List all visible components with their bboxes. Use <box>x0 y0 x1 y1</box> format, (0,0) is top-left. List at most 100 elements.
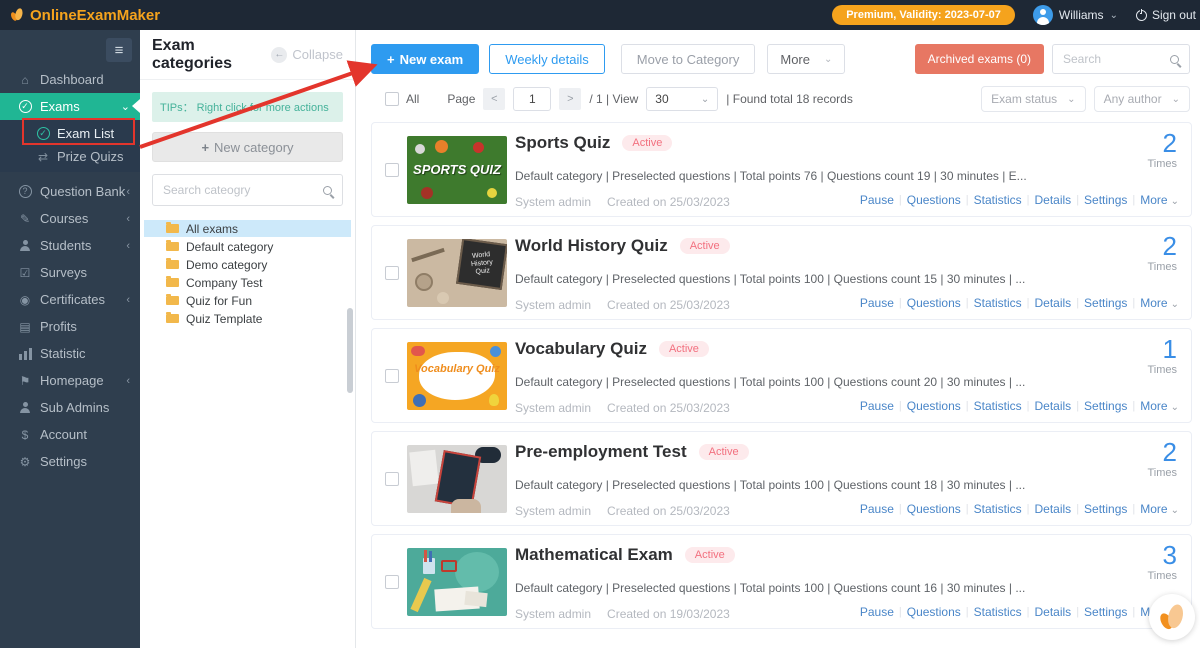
pagination-bar: All Page < > / 1 | View 30 ⌄ | Found tot… <box>357 84 1200 114</box>
exam-row-mathematical-exam: Mathematical Exam Active Default categor… <box>371 534 1192 629</box>
new-category-button[interactable]: + New category <box>152 132 343 162</box>
exam-thumbnail[interactable]: SPORTS QUIZ <box>407 136 507 204</box>
category-item-quiz-template[interactable]: Quiz Template <box>144 310 351 327</box>
page-size-select[interactable]: 30 ⌄ <box>646 87 718 111</box>
exam-title[interactable]: Mathematical Exam Active <box>515 545 735 565</box>
prev-page-button[interactable]: < <box>483 88 505 110</box>
category-item-demo[interactable]: Demo category <box>144 256 351 273</box>
statistics-link[interactable]: Statistics <box>974 605 1022 619</box>
row-checkbox[interactable] <box>385 472 399 486</box>
floating-brand-widget[interactable] <box>1149 594 1195 640</box>
weekly-details-button[interactable]: Weekly details <box>489 44 605 74</box>
sidebar-item-homepage[interactable]: ⚑ Homepage ‹ <box>0 367 140 394</box>
exam-categories-panel: Exam categories ← Collapse TIPs： Right c… <box>140 30 356 648</box>
more-link[interactable]: More⌄ <box>1140 296 1179 310</box>
sign-out-button[interactable]: Sign out <box>1136 8 1196 22</box>
exam-thumbnail[interactable] <box>407 445 507 513</box>
exam-row-vocabulary-quiz: Vocabulary Quiz Vocabulary Quiz Active D… <box>371 328 1192 423</box>
details-link[interactable]: Details <box>1035 296 1072 310</box>
settings-link[interactable]: Settings <box>1084 605 1127 619</box>
exam-created: Created on 19/03/2023 <box>607 607 730 621</box>
exam-thumbnail[interactable] <box>407 548 507 616</box>
more-link[interactable]: More⌄ <box>1140 193 1179 207</box>
statistics-link[interactable]: Statistics <box>974 296 1022 310</box>
settings-link[interactable]: Settings <box>1084 502 1127 516</box>
category-tree: All exams Default category Demo category… <box>140 220 355 327</box>
exam-meta: Default category | Preselected questions… <box>515 169 1027 183</box>
more-link[interactable]: More⌄ <box>1140 399 1179 413</box>
next-page-button[interactable]: > <box>559 88 581 110</box>
new-exam-button[interactable]: + New exam <box>371 44 479 74</box>
questions-link[interactable]: Questions <box>907 296 961 310</box>
pause-link[interactable]: Pause <box>860 502 894 516</box>
row-checkbox[interactable] <box>385 163 399 177</box>
exam-search-input[interactable] <box>1063 52 1170 66</box>
category-item-default[interactable]: Default category <box>144 238 351 255</box>
details-link[interactable]: Details <box>1035 502 1072 516</box>
sidebar-item-surveys[interactable]: ☑ Surveys <box>0 259 140 286</box>
exam-thumbnail[interactable]: World History Quiz <box>407 239 507 307</box>
details-link[interactable]: Details <box>1035 193 1072 207</box>
sidebar-item-settings[interactable]: ⚙ Settings <box>0 448 140 475</box>
pause-link[interactable]: Pause <box>860 193 894 207</box>
move-to-category-button[interactable]: Move to Category <box>621 44 756 74</box>
details-link[interactable]: Details <box>1035 605 1072 619</box>
category-search-input[interactable] <box>163 183 323 197</box>
sign-out-label: Sign out <box>1152 8 1196 22</box>
statistics-link[interactable]: Statistics <box>974 193 1022 207</box>
sidebar-item-students[interactable]: Students ‹ <box>0 232 140 259</box>
sidebar-item-certificates[interactable]: ◉ Certificates ‹ <box>0 286 140 313</box>
details-link[interactable]: Details <box>1035 399 1072 413</box>
row-checkbox[interactable] <box>385 369 399 383</box>
exam-status-filter[interactable]: Exam status ⌄ <box>981 86 1085 112</box>
questions-link[interactable]: Questions <box>907 193 961 207</box>
author-filter[interactable]: Any author ⌄ <box>1094 86 1190 112</box>
questions-link[interactable]: Questions <box>907 502 961 516</box>
sidebar-item-account[interactable]: $ Account <box>0 421 140 448</box>
exam-title[interactable]: Sports Quiz Active <box>515 133 672 153</box>
arrow-left-icon: ← <box>271 47 287 63</box>
chevron-down-icon: ⌄ <box>1110 10 1118 21</box>
menu-toggle-button[interactable]: ≡ <box>106 38 132 62</box>
more-button[interactable]: More ⌄ <box>767 44 845 74</box>
questions-link[interactable]: Questions <box>907 399 961 413</box>
sidebar-item-sub-admins[interactable]: Sub Admins <box>0 394 140 421</box>
pause-link[interactable]: Pause <box>860 399 894 413</box>
exam-thumbnail[interactable]: Vocabulary Quiz <box>407 342 507 410</box>
archived-exams-button[interactable]: Archived exams (0) <box>915 44 1044 74</box>
sidebar-item-statistic[interactable]: Statistic <box>0 340 140 367</box>
settings-link[interactable]: Settings <box>1084 296 1127 310</box>
settings-link[interactable]: Settings <box>1084 193 1127 207</box>
questions-link[interactable]: Questions <box>907 605 961 619</box>
sidebar-item-exams[interactable]: ✓ Exams ⌄ <box>0 93 140 120</box>
chevron-down-icon: ⌄ <box>824 54 832 65</box>
sidebar-item-courses[interactable]: ✎ Courses ‹ <box>0 205 140 232</box>
category-item-all-exams[interactable]: All exams <box>144 220 351 237</box>
collapse-button[interactable]: ← Collapse <box>271 47 343 63</box>
statistics-link[interactable]: Statistics <box>974 502 1022 516</box>
category-item-quiz-for-fun[interactable]: Quiz for Fun <box>144 292 351 309</box>
statistics-link[interactable]: Statistics <box>974 399 1022 413</box>
status-badge: Active <box>680 238 730 254</box>
sidebar-item-dashboard[interactable]: ⌂ Dashboard <box>0 66 140 93</box>
settings-link[interactable]: Settings <box>1084 399 1127 413</box>
sidebar-item-prize-quizs[interactable]: ⇄ Prize Quizs <box>0 145 140 168</box>
page-number-input[interactable] <box>513 87 551 111</box>
exam-title[interactable]: Vocabulary Quiz Active <box>515 339 709 359</box>
exam-meta: Default category | Preselected questions… <box>515 375 1025 389</box>
category-item-company-test[interactable]: Company Test <box>144 274 351 291</box>
more-link[interactable]: More⌄ <box>1140 502 1179 516</box>
sidebar-item-question-bank[interactable]: ? Question Bank ‹ <box>0 178 140 205</box>
exam-title[interactable]: Pre-employment Test Active <box>515 442 749 462</box>
times-counter: 2 Times <box>1147 438 1177 479</box>
panel-scrollbar[interactable] <box>347 308 353 393</box>
user-menu[interactable]: Williams ⌄ <box>1033 5 1118 25</box>
row-checkbox[interactable] <box>385 266 399 280</box>
folder-icon <box>166 278 179 287</box>
pause-link[interactable]: Pause <box>860 296 894 310</box>
select-all-checkbox[interactable] <box>385 92 399 106</box>
sidebar-item-profits[interactable]: ▤ Profits <box>0 313 140 340</box>
exam-title[interactable]: World History Quiz Active <box>515 236 730 256</box>
row-checkbox[interactable] <box>385 575 399 589</box>
pause-link[interactable]: Pause <box>860 605 894 619</box>
